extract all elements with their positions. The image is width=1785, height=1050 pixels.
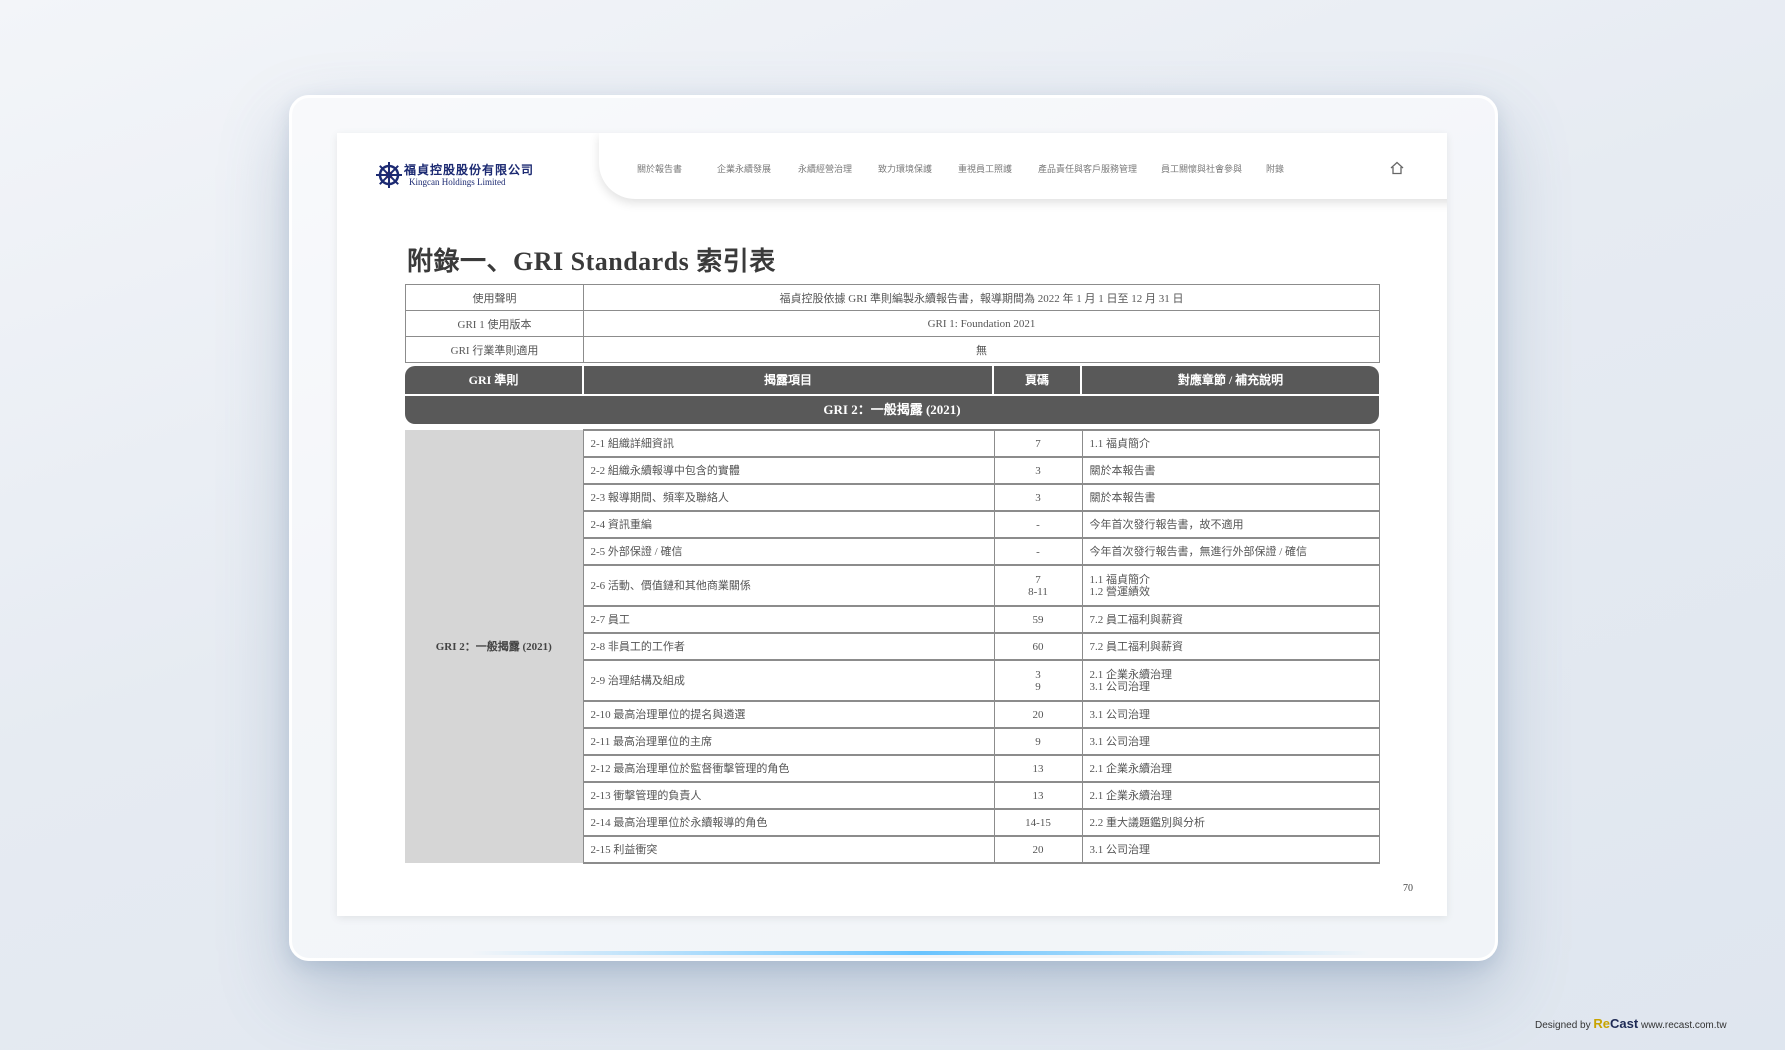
brand-part-b: Cast [1610, 1016, 1639, 1031]
meta-label: 使用聲明 [405, 284, 584, 311]
brand-part-a: Re [1593, 1016, 1610, 1031]
column-header-standard: GRI 準則 [405, 366, 584, 394]
section-note: 3.1 公司治理 [1081, 700, 1380, 728]
column-header-page: 頁碼 [994, 366, 1082, 394]
disclosure-item: 2-2 組織永續報導中包含的實體 [582, 456, 995, 484]
column-header-notes: 對應章節 / 補充說明 [1177, 373, 1284, 387]
company-name-cn: 福貞控股股份有限公司 [404, 163, 535, 177]
nav-item-social-participation[interactable]: 員工關懷與社會參與 [1161, 162, 1242, 175]
section-note: 3.1 公司治理 [1081, 835, 1380, 864]
page-ref: 13 [993, 754, 1083, 782]
page-ref: 59 [993, 605, 1083, 633]
disclosure-item: 2-7 員工 [582, 605, 995, 633]
designer-credit[interactable]: Designed by ReCast www.recast.com.tw [1535, 1016, 1727, 1031]
disclosure-item: 2-6 活動、價值鏈和其他商業關係 [582, 564, 995, 606]
credit-prefix: Designed by [1535, 1020, 1591, 1031]
column-header-disclosure: 揭露項目 [584, 366, 994, 394]
meta-label: GRI 1 使用版本 [405, 310, 584, 337]
page-ref: 9 [993, 727, 1083, 755]
meta-value: GRI 1: Foundation 2021 [583, 310, 1380, 337]
page-ref: - [993, 537, 1083, 565]
table-row: GRI 2：一般揭露 (2021) 2-1 組織詳細資訊 7 1.1 福貞簡介 [405, 429, 1380, 863]
company-name-en: Kingcan Holdings Limited [409, 177, 506, 187]
page-ref: 7 8-11 [993, 564, 1083, 606]
page-number: 70 [1403, 883, 1413, 894]
section-note: 3.1 公司治理 [1081, 727, 1380, 755]
disclosure-item: 2-5 外部保證 / 確信 [582, 537, 995, 565]
section-note: 今年首次發行報告書，無進行外部保證 / 確信 [1081, 537, 1380, 565]
page-ref: 3 [993, 456, 1083, 484]
credit-url[interactable]: www.recast.com.tw [1641, 1020, 1727, 1031]
meta-value: 無 [583, 336, 1380, 363]
disclosure-item: 2-1 組織詳細資訊 [582, 429, 995, 457]
section-note: 7.2 員工福利與薪資 [1081, 605, 1380, 633]
section-note: 1.1 福貞簡介 [1081, 429, 1380, 457]
section-note: 2.2 重大議題鑑別與分析 [1081, 808, 1380, 836]
page-ref: - [993, 510, 1083, 538]
meta-value: 福貞控股依據 GRI 準則編製永續報告書，報導期間為 2022 年 1 月 1 … [583, 284, 1380, 311]
page-ref: 13 [993, 781, 1083, 809]
disclosure-item: 2-14 最高治理單位於永續報導的角色 [582, 808, 995, 836]
disclosure-item: 2-3 報導期間、頻率及聯絡人 [582, 483, 995, 511]
meta-row: 使用聲明 福貞控股依據 GRI 準則編製永續報告書，報導期間為 2022 年 1… [405, 284, 1380, 311]
section-header: GRI 2：一般揭露 (2021) [405, 396, 1379, 424]
section-note: 1.1 福貞簡介 1.2 營運績效 [1081, 564, 1380, 606]
section-note: 2.1 企業永續治理 [1081, 754, 1380, 782]
gri-index-table: GRI 2：一般揭露 (2021) 2-1 組織詳細資訊 7 1.1 福貞簡介 … [405, 429, 1380, 864]
home-icon[interactable] [1389, 160, 1405, 176]
section-note: 7.2 員工福利與薪資 [1081, 632, 1380, 660]
section-note: 2.1 企業永續治理 3.1 公司治理 [1081, 659, 1380, 701]
disclosure-item: 2-13 衝擊管理的負責人 [582, 781, 995, 809]
top-navigation: 關於報告書 企業永續發展 永續經營治理 致力環境保護 重視員工照護 產品責任與客… [599, 133, 1447, 199]
page-ref: 14-15 [993, 808, 1083, 836]
company-logo[interactable]: 福貞控股股份有限公司 Kingcan Holdings Limited [374, 160, 534, 192]
frame-glow [470, 951, 1370, 955]
nav-item-employee-care[interactable]: 重視員工照護 [958, 162, 1012, 175]
page-ref: 3 [993, 483, 1083, 511]
table-column-header: GRI 準則 揭露項目 頁碼 對應章節 / 補充說明 [405, 366, 1379, 394]
meta-label: GRI 行業準則適用 [405, 336, 584, 363]
nav-item-environment[interactable]: 致力環境保護 [878, 162, 932, 175]
section-note: 關於本報告書 [1081, 456, 1380, 484]
disclosure-item: 2-9 治理結構及組成 [582, 659, 995, 701]
ship-wheel-icon [376, 162, 402, 188]
meta-table: 使用聲明 福貞控股依據 GRI 準則編製永續報告書，報導期間為 2022 年 1… [405, 284, 1380, 363]
page-ref: 20 [993, 700, 1083, 728]
section-note: 今年首次發行報告書，故不適用 [1081, 510, 1380, 538]
meta-row: GRI 1 使用版本 GRI 1: Foundation 2021 [405, 310, 1380, 337]
report-page: 福貞控股股份有限公司 Kingcan Holdings Limited 關於報告… [337, 133, 1447, 916]
page-ref: 20 [993, 835, 1083, 864]
disclosure-item: 2-11 最高治理單位的主席 [582, 727, 995, 755]
page-ref: 60 [993, 632, 1083, 660]
disclosure-item: 2-8 非員工的工作者 [582, 632, 995, 660]
disclosure-item: 2-12 最高治理單位於監督衝擊管理的角色 [582, 754, 995, 782]
nav-item-appendix[interactable]: 附錄 [1266, 162, 1284, 175]
nav-item-about-report[interactable]: 關於報告書 [637, 162, 682, 175]
page-title: 附錄一、GRI Standards 索引表 [407, 247, 776, 276]
recast-logo: ReCast [1593, 1016, 1638, 1031]
disclosure-item: 2-4 資訊重編 [582, 510, 995, 538]
page-ref: 3 9 [993, 659, 1083, 701]
group-label: GRI 2：一般揭露 (2021) [405, 430, 584, 863]
section-note: 關於本報告書 [1081, 483, 1380, 511]
meta-row: GRI 行業準則適用 無 [405, 336, 1380, 363]
nav-item-governance[interactable]: 永續經營治理 [798, 162, 852, 175]
disclosure-item: 2-15 利益衝突 [582, 835, 995, 864]
page-ref: 7 [993, 429, 1083, 457]
nav-item-sustainable-development[interactable]: 企業永續發展 [717, 162, 771, 175]
disclosure-item: 2-10 最高治理單位的提名與遴選 [582, 700, 995, 728]
section-note: 2.1 企業永續治理 [1081, 781, 1380, 809]
nav-item-product-responsibility[interactable]: 產品責任與客戶服務管理 [1038, 162, 1137, 175]
